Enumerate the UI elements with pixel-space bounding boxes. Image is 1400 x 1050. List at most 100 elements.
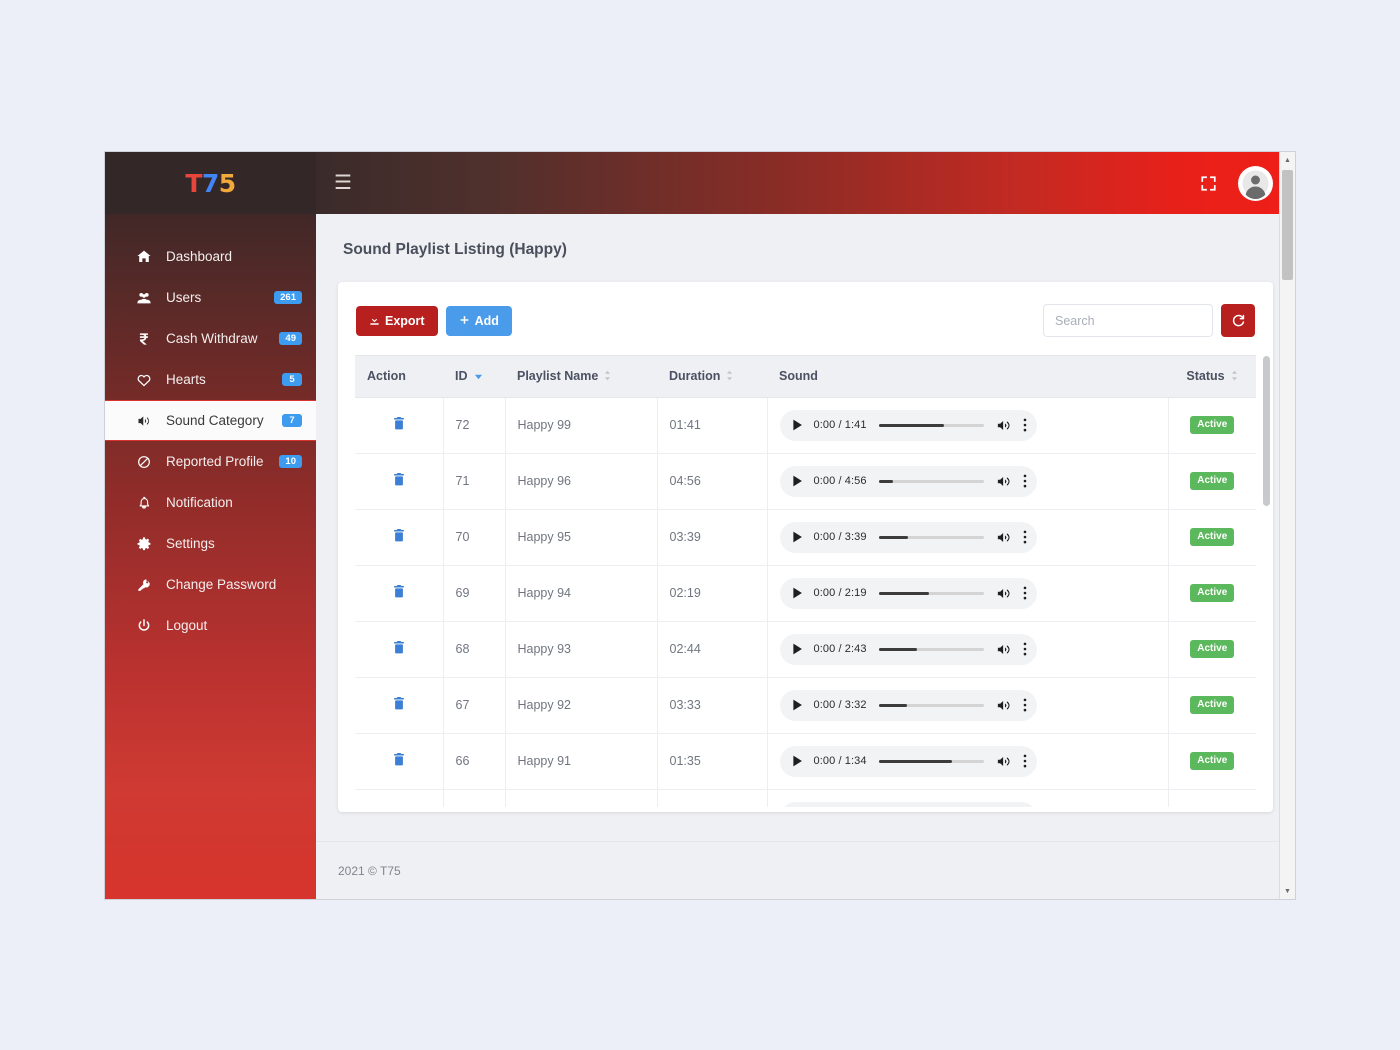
refresh-button[interactable]: [1221, 304, 1255, 337]
audio-player[interactable]: 0:00 / 3:32: [779, 689, 1037, 721]
export-button[interactable]: Export: [356, 305, 438, 336]
status-badge[interactable]: Active: [1190, 472, 1235, 491]
table-row: 67 Happy 92 03:33 0:00 / 3:32 Active: [355, 677, 1256, 734]
key-icon: [136, 577, 158, 593]
table-scroll-region[interactable]: Action ID Playlist Name Duration Sound Status…: [338, 355, 1273, 807]
status-badge[interactable]: Active: [1190, 752, 1235, 771]
play-button[interactable]: [792, 531, 803, 543]
audio-more-options-icon[interactable]: [1023, 642, 1027, 656]
column-header-duration[interactable]: Duration: [657, 355, 767, 398]
audio-time-display: 0:00 / 1:41: [813, 419, 867, 432]
sidebar-item-cash-withdraw[interactable]: Cash Withdraw 49: [105, 318, 316, 359]
fullscreen-expand-icon[interactable]: [1199, 174, 1218, 193]
sort-desc-icon: [474, 370, 483, 384]
sidebar-item-users[interactable]: Users 261: [105, 277, 316, 318]
volume-icon[interactable]: [997, 699, 1011, 712]
play-button[interactable]: [792, 643, 803, 655]
audio-more-options-icon[interactable]: [1023, 474, 1027, 488]
sidebar-item-notification[interactable]: Notification: [105, 482, 316, 523]
cell-id: 65: [443, 789, 506, 807]
cell-id-value: 71: [455, 474, 470, 489]
column-header-label: Duration: [669, 369, 721, 383]
audio-more-options-icon[interactable]: [1023, 754, 1027, 768]
scrollbar-down-arrow[interactable]: ▼: [1280, 883, 1295, 899]
brand-logo[interactable]: T75: [105, 152, 316, 214]
column-header-name[interactable]: Playlist Name: [505, 355, 657, 398]
audio-progress-bar[interactable]: [878, 647, 984, 651]
window-scrollbar[interactable]: ▲ ▼: [1279, 152, 1295, 899]
audio-progress-bar[interactable]: [878, 591, 984, 595]
cell-duration-value: 03:39: [669, 530, 701, 545]
sidebar-item-dashboard[interactable]: Dashboard: [105, 236, 316, 277]
volume-icon[interactable]: [997, 755, 1011, 768]
sidebar-item-sound-category[interactable]: Sound Category 7: [105, 400, 317, 441]
delete-row-button[interactable]: [393, 417, 405, 430]
status-badge[interactable]: Active: [1190, 416, 1235, 435]
sidebar-item-label: Dashboard: [166, 249, 233, 264]
table-row: 69 Happy 94 02:19 0:00 / 2:19 Active: [355, 565, 1256, 622]
audio-player[interactable]: 0:00 / 3:39: [779, 521, 1037, 553]
status-badge[interactable]: Active: [1190, 696, 1235, 715]
sidebar-item-change-password[interactable]: Change Password: [105, 564, 316, 605]
audio-player[interactable]: 0:00 / 2:19: [779, 577, 1037, 609]
status-badge[interactable]: Active: [1190, 640, 1235, 659]
sidebar-item-hearts[interactable]: Hearts 5: [105, 359, 316, 400]
cell-action: [355, 565, 444, 622]
audio-more-options-icon[interactable]: [1023, 698, 1027, 712]
search-input[interactable]: [1043, 304, 1213, 337]
delete-row-button[interactable]: [393, 585, 405, 598]
status-badge[interactable]: Active: [1190, 584, 1235, 603]
sidebar-item-reported-profile[interactable]: Reported Profile 10: [105, 441, 316, 482]
play-button[interactable]: [792, 755, 803, 767]
play-button[interactable]: [792, 475, 803, 487]
sidebar-item-logout[interactable]: Logout: [105, 605, 316, 646]
volume-icon[interactable]: [997, 419, 1011, 432]
power-icon: [136, 618, 158, 634]
card-scrollbar[interactable]: [1263, 356, 1270, 804]
audio-more-options-icon[interactable]: [1023, 530, 1027, 544]
user-avatar[interactable]: [1238, 165, 1273, 201]
volume-icon[interactable]: [997, 531, 1011, 544]
delete-row-button[interactable]: [393, 473, 405, 486]
audio-progress-bar[interactable]: [878, 479, 984, 483]
scrollbar-thumb[interactable]: [1282, 170, 1293, 280]
cell-sound: 0:00 / 2:19: [767, 565, 1169, 622]
column-header-status[interactable]: Status: [1168, 355, 1256, 398]
cell-sound: 0:00 / 4:56: [767, 453, 1169, 510]
audio-progress-fill: [878, 535, 908, 539]
audio-progress-bar[interactable]: [878, 703, 984, 707]
audio-player[interactable]: 0:00 / 1:46: [779, 801, 1037, 807]
column-header-id[interactable]: ID: [443, 355, 505, 398]
audio-more-options-icon[interactable]: [1023, 586, 1027, 600]
sidebar-item-label: Users: [166, 290, 202, 305]
sidebar-item-label: Change Password: [166, 577, 277, 592]
add-button[interactable]: Add: [445, 305, 512, 336]
scrollbar-up-arrow[interactable]: ▲: [1280, 152, 1295, 168]
delete-row-button[interactable]: [393, 529, 405, 542]
sidebar-item-label: Cash Withdraw: [166, 331, 258, 346]
audio-player[interactable]: 0:00 / 2:43: [779, 633, 1037, 665]
delete-row-button[interactable]: [393, 753, 405, 766]
audio-progress-bar[interactable]: [878, 759, 984, 763]
play-button[interactable]: [792, 587, 803, 599]
volume-icon[interactable]: [997, 475, 1011, 488]
audio-progress-bar[interactable]: [878, 423, 984, 427]
cell-status: Active: [1168, 565, 1256, 622]
delete-row-button[interactable]: [393, 641, 405, 654]
audio-player[interactable]: 0:00 / 1:41: [779, 409, 1037, 441]
volume-icon[interactable]: [997, 587, 1011, 600]
sidebar-item-settings[interactable]: Settings: [105, 523, 316, 564]
audio-more-options-icon[interactable]: [1023, 418, 1027, 432]
audio-player[interactable]: 0:00 / 1:34: [779, 745, 1037, 777]
play-button[interactable]: [792, 419, 803, 431]
volume-icon[interactable]: [997, 643, 1011, 656]
hamburger-menu-icon[interactable]: ☰: [334, 173, 352, 193]
delete-row-button[interactable]: [393, 697, 405, 710]
cell-playlist-name: Happy 93: [505, 621, 658, 678]
cell-playlist-name-value: Happy 93: [517, 642, 572, 657]
card-scrollbar-thumb[interactable]: [1263, 356, 1270, 506]
play-button[interactable]: [792, 699, 803, 711]
status-badge[interactable]: Active: [1190, 528, 1235, 547]
audio-progress-bar[interactable]: [878, 535, 984, 539]
audio-player[interactable]: 0:00 / 4:56: [779, 465, 1037, 497]
